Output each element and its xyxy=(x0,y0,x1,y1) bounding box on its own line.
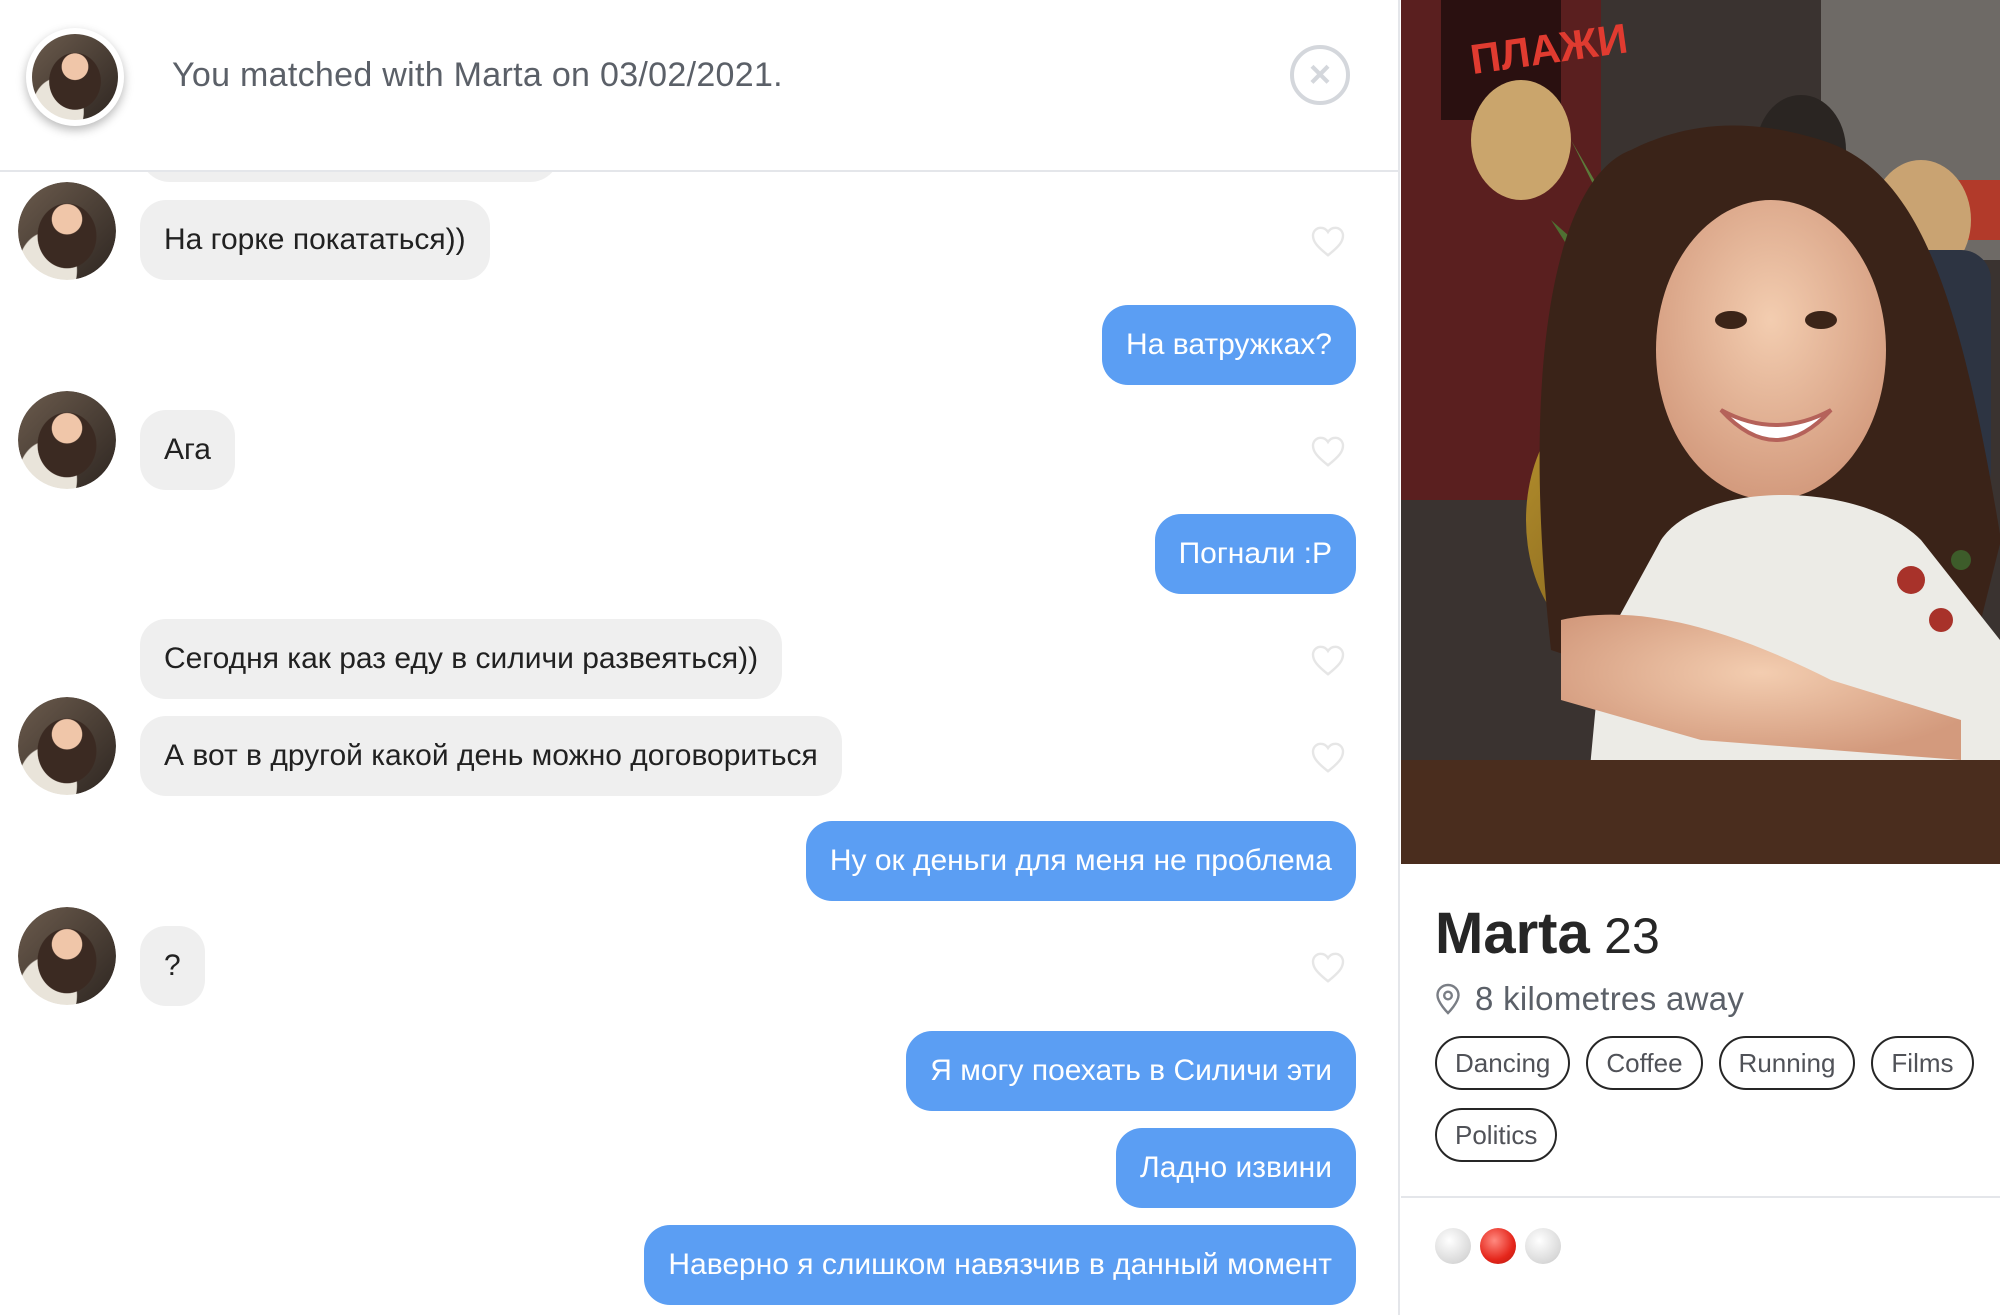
heart-icon[interactable] xyxy=(1310,224,1346,258)
match-avatar[interactable] xyxy=(18,182,116,280)
interest-chip-films[interactable]: Films xyxy=(1871,1036,1974,1090)
interest-chip-running[interactable]: Running xyxy=(1718,1036,1856,1090)
outgoing-message-bubble: Я могу поехать в Силичи эти xyxy=(906,1031,1356,1111)
photo-dot-3[interactable] xyxy=(1525,1228,1561,1264)
heart-icon[interactable] xyxy=(1310,740,1346,774)
incoming-message-bubble: На горке покататься)) xyxy=(140,200,490,280)
profile-photo[interactable]: ПЛАЖИ xyxy=(1401,0,2000,864)
interest-chip-dancing[interactable]: Dancing xyxy=(1435,1036,1571,1090)
heart-icon[interactable] xyxy=(1310,434,1346,468)
distance-row: 8 kilometres away xyxy=(1435,980,1744,1018)
match-header: You matched with Marta on 03/02/2021. × xyxy=(0,0,1398,172)
incoming-message-bubble: А вот в другой какой день можно договори… xyxy=(140,716,842,796)
profile-divider xyxy=(1401,1196,2000,1198)
incoming-message-bubble: Сегодня как раз еду в силичи развеяться)… xyxy=(140,619,783,699)
photo-dot-1[interactable] xyxy=(1435,1228,1471,1264)
outgoing-message-bubble: Ну ок деньги для меня не проблема xyxy=(805,821,1356,901)
interest-chip-coffee[interactable]: Coffee xyxy=(1586,1036,1703,1090)
distance-text: 8 kilometres away xyxy=(1475,980,1745,1017)
match-avatar[interactable] xyxy=(18,907,116,1005)
outgoing-message-bubble: Погнали :P xyxy=(1154,514,1356,594)
profile-age: 23 xyxy=(1604,908,1660,964)
outgoing-message-bubble: Наверно я слишком навязчив в данный моме… xyxy=(644,1225,1356,1305)
incoming-message-bubble: ? xyxy=(140,926,205,1006)
incoming-message-bubble: Ага xyxy=(140,410,235,490)
heart-icon[interactable] xyxy=(1310,643,1346,677)
profile-photo-illustration: ПЛАЖИ xyxy=(1401,0,2000,864)
close-icon[interactable]: × xyxy=(1290,45,1350,105)
match-avatar[interactable] xyxy=(18,697,116,795)
profile-name-row: Marta 23 xyxy=(1435,900,1660,967)
header-avatar[interactable] xyxy=(26,28,124,126)
interest-chip-politics[interactable]: Politics xyxy=(1435,1108,1558,1162)
photo-pagination xyxy=(1435,1228,1561,1264)
chat-pane[interactable]: На горке покататься)) На ватружках? Ага … xyxy=(0,0,1400,1315)
outgoing-message-bubble: На ватружках? xyxy=(1102,305,1356,385)
match-avatar[interactable] xyxy=(18,391,116,489)
location-pin-icon xyxy=(1436,983,1460,1015)
interests-list: Dancing Coffee Running Films Politics xyxy=(1435,1036,1975,1162)
outgoing-message-bubble: Ладно извини xyxy=(1116,1128,1356,1208)
profile-pane: ПЛАЖИ Marta 23 8 kilometres away Dancing… xyxy=(1401,0,2000,1315)
profile-name: Marta xyxy=(1435,901,1590,966)
heart-icon[interactable] xyxy=(1310,950,1346,984)
match-date-text: You matched with Marta on 03/02/2021. xyxy=(172,56,783,94)
photo-dot-2-active[interactable] xyxy=(1480,1228,1516,1264)
